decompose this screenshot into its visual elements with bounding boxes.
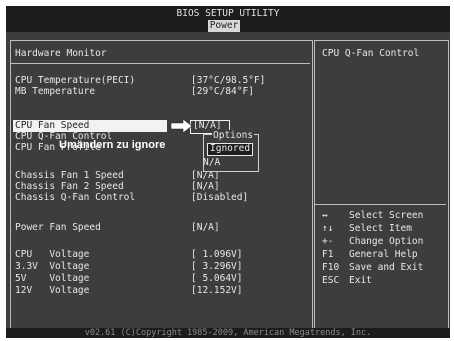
- key-save-exit-key: F10: [322, 262, 340, 273]
- row-cpu-temperature-value: [37°C/98.5°F]: [191, 75, 266, 86]
- key-select-screen-desc: Select Screen: [349, 210, 424, 221]
- row-12v-voltage-value: [12.152V]: [191, 285, 243, 296]
- key-select-item-key: ↑↓: [322, 223, 334, 234]
- row-cpu-voltage-value: [ 1.096V]: [191, 249, 243, 260]
- bios-screen: BIOS SETUP UTILITY Power Hardware Monito…: [6, 6, 450, 338]
- key-exit-key: ESC: [322, 275, 340, 286]
- row-power-fan-label: Power Fan Speed: [15, 222, 101, 233]
- copyright-text: v02.61 (C)Copyright 1985-2009, American …: [84, 328, 372, 338]
- row-3v3-voltage-value: [ 3.296V]: [191, 261, 243, 272]
- row-chassis-q-fan-label[interactable]: Chassis Q-Fan Control: [15, 192, 135, 203]
- row-5v-voltage-label: 5V Voltage: [15, 273, 90, 284]
- help-title: CPU Q-Fan Control: [322, 48, 420, 59]
- annotation-arrow-icon: [171, 119, 193, 133]
- help-divider: [315, 204, 446, 205]
- row-chassis-fan2-label: Chassis Fan 2 Speed: [15, 181, 124, 192]
- row-cpu-fan-speed-label: CPU Fan Speed: [15, 120, 90, 131]
- row-mb-temperature-label: MB Temperature: [15, 86, 96, 97]
- option-na[interactable]: N/A: [203, 157, 220, 168]
- row-chassis-fan2-value: [N/A]: [191, 181, 220, 192]
- tab-power[interactable]: Power: [208, 20, 240, 32]
- row-chassis-fan1-label: Chassis Fan 1 Speed: [15, 170, 124, 181]
- bios-title: BIOS SETUP UTILITY: [176, 8, 280, 19]
- row-mb-temperature-value: [29°C/84°F]: [191, 86, 254, 97]
- key-select-screen-key: ↔: [322, 210, 328, 221]
- key-change-option-desc: Change Option: [349, 236, 424, 247]
- row-chassis-q-fan-value[interactable]: [Disabled]: [191, 192, 248, 203]
- key-select-item-desc: Select Item: [349, 223, 412, 234]
- key-change-option-key: +-: [322, 236, 334, 247]
- row-cpu-voltage-label: CPU Voltage: [15, 249, 90, 260]
- left-divider: [11, 63, 310, 64]
- option-ignored[interactable]: Ignored: [210, 143, 250, 154]
- section-title: Hardware Monitor: [15, 48, 107, 59]
- row-cpu-temperature-label: CPU Temperature(PECI): [15, 75, 136, 86]
- key-save-exit-desc: Save and Exit: [349, 262, 424, 273]
- annotation-label: Umändern zu ignore: [59, 139, 166, 151]
- row-5v-voltage-value: [ 5.064V]: [191, 273, 243, 284]
- key-general-help-key: F1: [322, 249, 334, 260]
- row-3v3-voltage-label: 3.3V Voltage: [15, 261, 90, 272]
- key-general-help-desc: General Help: [349, 249, 418, 260]
- row-power-fan-value: [N/A]: [191, 222, 220, 233]
- row-12v-voltage-label: 12V Voltage: [15, 285, 90, 296]
- options-popup-title: Options: [212, 130, 255, 141]
- key-exit-desc: Exit: [349, 275, 372, 286]
